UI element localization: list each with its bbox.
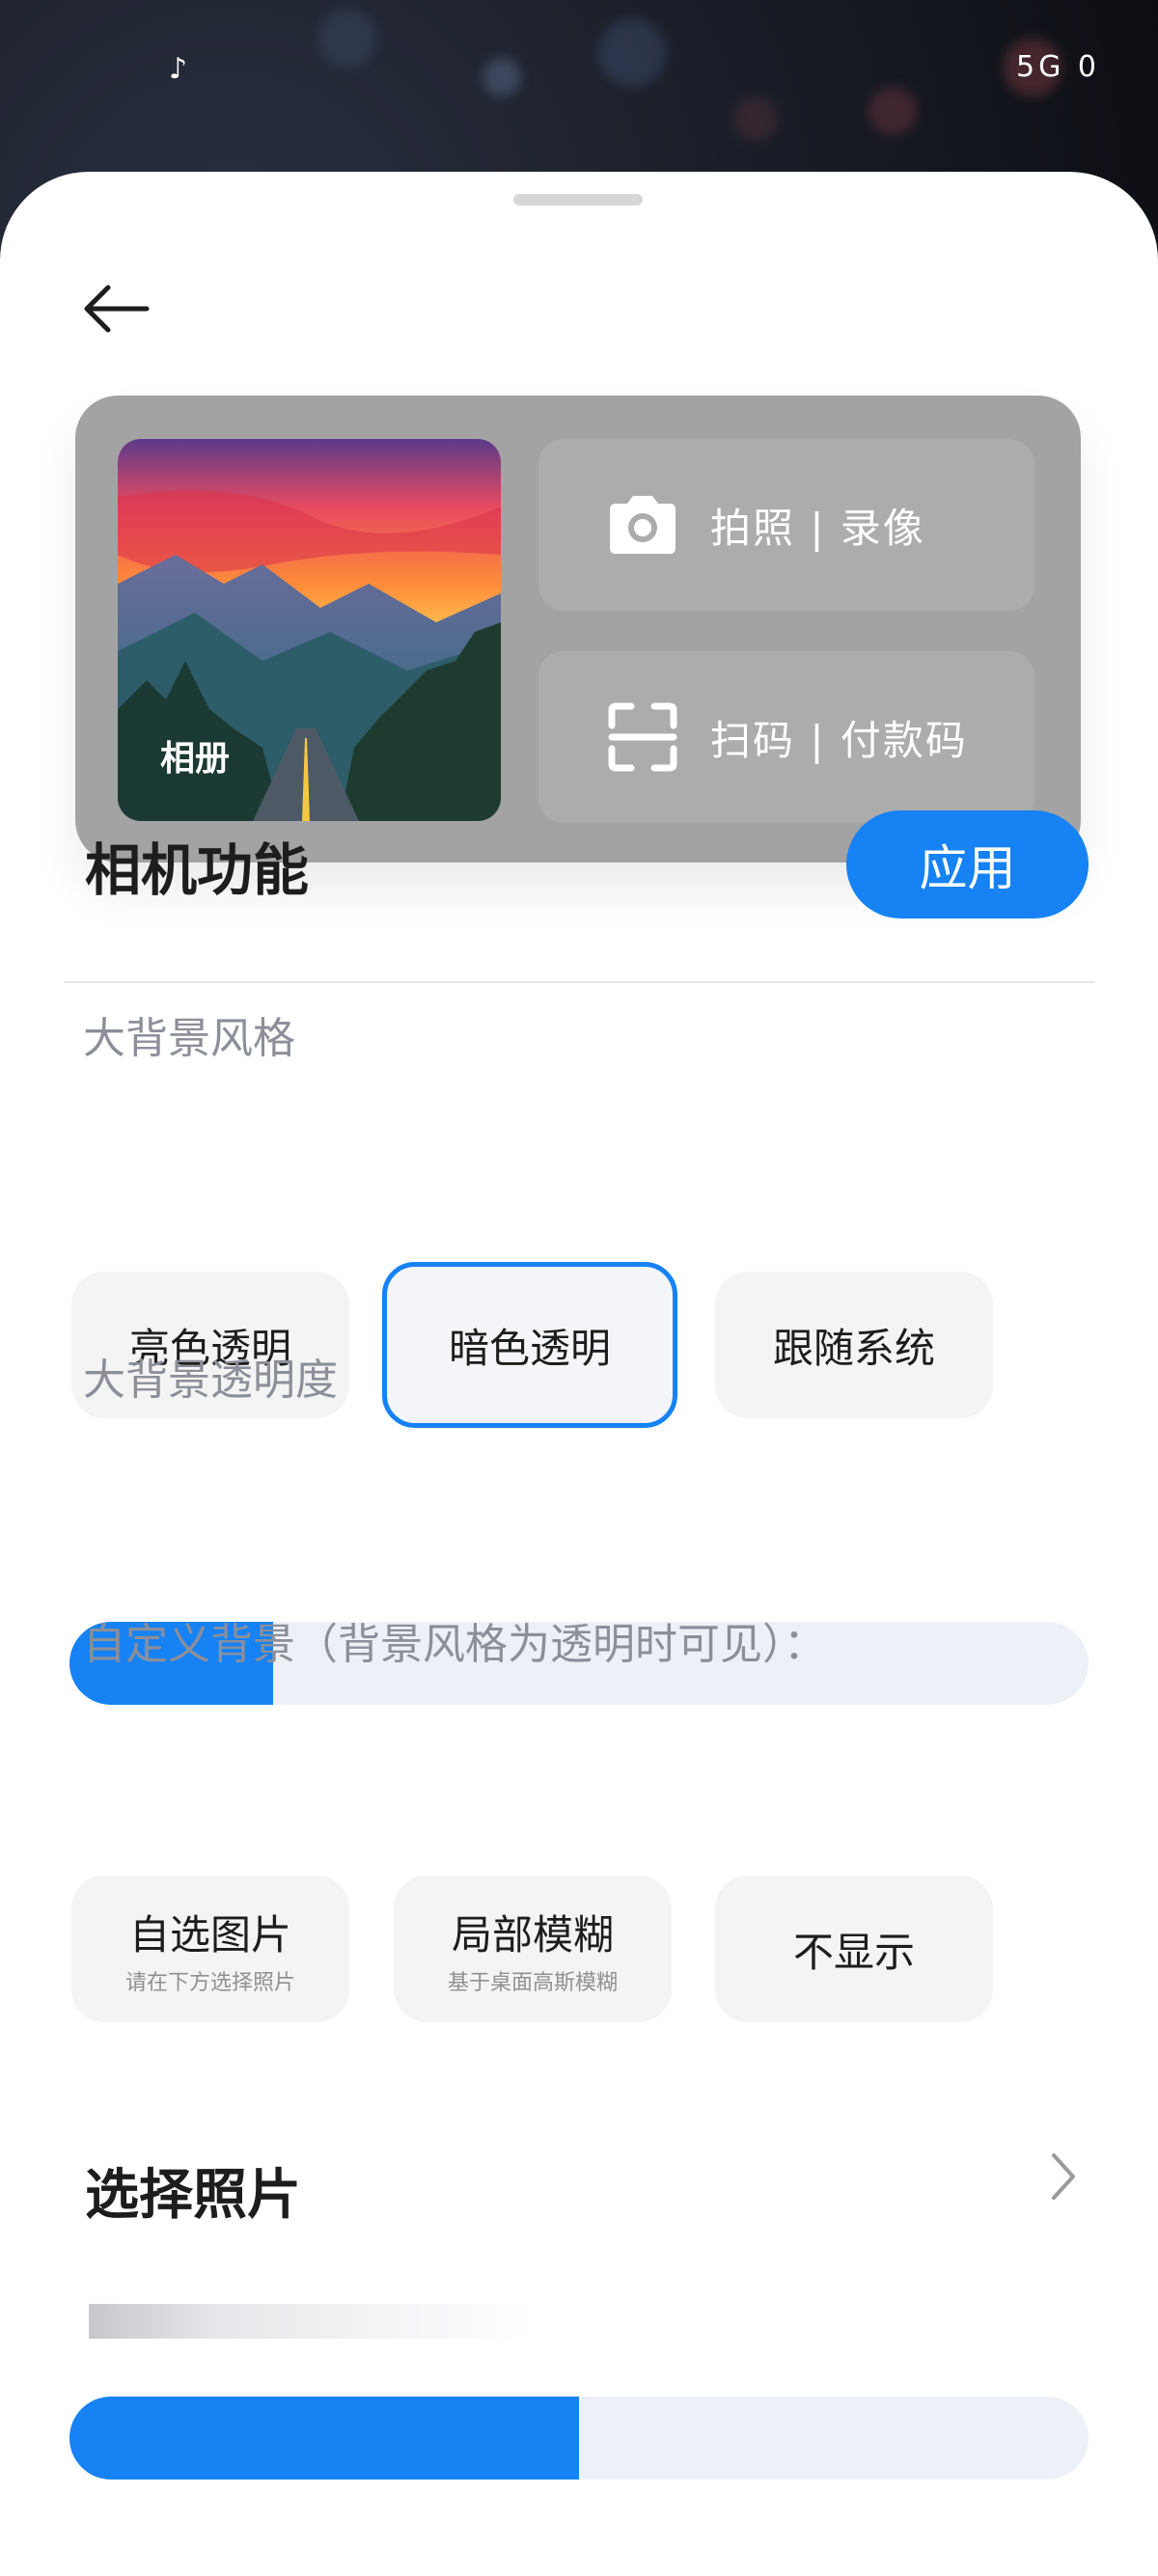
blur-slider-fill <box>69 2397 579 2480</box>
custom-bg-none-title: 不显示 <box>792 1928 915 1976</box>
blur-slider[interactable] <box>69 2397 1089 2480</box>
custom-bg-image-title: 自选图片 <box>128 1910 291 1959</box>
custom-bg-blur-title: 局部模糊 <box>451 1910 614 1959</box>
bg-style-system-label: 跟随系统 <box>772 1324 935 1372</box>
custom-bg-blur-subtitle: 基于桌面高斯模糊 <box>447 1970 618 1995</box>
custom-bg-label: 自定义背景（背景风格为透明时可见）： <box>83 1620 826 1669</box>
camera-shortcut-label: 拍照 | 录像 <box>710 504 925 552</box>
drag-handle[interactable] <box>513 194 643 206</box>
album-thumbnail[interactable]: 相册 <box>118 439 501 821</box>
custom-bg-image-option[interactable]: 自选图片 请在下方选择照片 <box>71 1876 349 2022</box>
custom-bg-none-option[interactable]: 不显示 <box>715 1876 993 2022</box>
page-title: 相机功能 <box>85 837 310 903</box>
select-photo-label[interactable]: 选择照片 <box>85 2151 301 2230</box>
album-label: 相册 <box>160 739 231 779</box>
camera-icon <box>610 496 676 554</box>
apply-button[interactable]: 应用 <box>846 810 1089 918</box>
status-bar: ♪ 5G 0 <box>0 0 1158 145</box>
scan-shortcut-button[interactable]: 扫码 | 付款码 <box>538 651 1034 823</box>
tiktok-icon: ♪ <box>169 52 188 86</box>
custom-bg-image-subtitle: 请在下方选择照片 <box>124 1970 295 1995</box>
bg-style-dark-option[interactable]: 暗色透明 <box>382 1262 677 1428</box>
bottom-sheet: 相册 拍照 | 录像 扫码 | 付款码 相机功能 应用 大背景风格 亮色透明 暗… <box>0 172 1158 2576</box>
divider <box>64 981 1094 983</box>
back-arrow-icon <box>84 285 150 333</box>
scan-icon <box>608 702 677 772</box>
camera-shortcut-button[interactable]: 拍照 | 录像 <box>538 439 1034 611</box>
chevron-right-icon[interactable] <box>1044 2148 1083 2206</box>
bg-style-system-option[interactable]: 跟随系统 <box>715 1272 993 1418</box>
scan-shortcut-label: 扫码 | 付款码 <box>710 716 968 764</box>
opacity-label: 大背景透明度 <box>83 1356 338 1405</box>
bg-style-dark-label: 暗色透明 <box>448 1324 611 1372</box>
photo-preview-strip <box>89 2304 533 2339</box>
back-button[interactable] <box>79 280 152 338</box>
bg-style-label: 大背景风格 <box>83 1014 295 1063</box>
custom-bg-blur-option[interactable]: 局部模糊 基于桌面高斯模糊 <box>394 1876 672 2022</box>
status-indicators: 5G 0 <box>1016 50 1100 84</box>
widget-preview-card: 相册 拍照 | 录像 扫码 | 付款码 <box>75 396 1081 863</box>
